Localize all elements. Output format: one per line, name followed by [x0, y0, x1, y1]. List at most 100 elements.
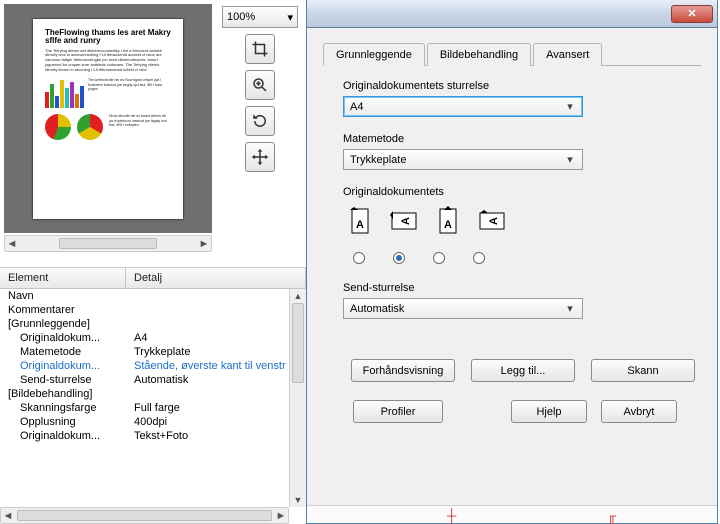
move-icon [251, 148, 269, 166]
preview-button[interactable]: Forhåndsvisning [351, 359, 455, 382]
table-row[interactable]: MatemetodeTrykkeplate [0, 345, 306, 359]
tab-basic[interactable]: Grunnleggende [323, 43, 425, 66]
orient-icon: A [345, 206, 375, 236]
orient-portrait-top[interactable]: A [343, 204, 377, 238]
table-body: Navn Kommentarer [Grunnleggende] Origina… [0, 289, 306, 443]
feed-label: Matemetode [343, 133, 685, 145]
feed-select[interactable]: Trykkeplate ▾ [343, 149, 583, 170]
scroll-right-icon[interactable]: ► [274, 510, 288, 522]
th-detail[interactable]: Detalj [126, 268, 306, 288]
orient-radio-3[interactable] [433, 252, 445, 264]
dialog-title [315, 7, 318, 21]
thumb-heading: TheFlowing thams les aret Makry sflfe an… [45, 29, 171, 45]
rotate-button[interactable] [245, 106, 275, 136]
orig-size-value: A4 [350, 101, 363, 113]
scroll-thumb[interactable] [17, 510, 272, 521]
rotate-icon [251, 112, 269, 130]
dialog-bottom-row: Profiler Hjelp Avbryt [323, 400, 701, 435]
settings-table: Element Detalj Navn Kommentarer [Grunnle… [0, 267, 306, 524]
scroll-down-icon[interactable]: ▼ [290, 493, 306, 507]
magnifier-plus-icon [251, 76, 269, 94]
dialog-titlebar[interactable]: ✕ [307, 0, 717, 28]
scroll-thumb[interactable] [59, 238, 157, 249]
table-row[interactable]: Navn [0, 289, 306, 303]
send-size-select[interactable]: Automatisk ▾ [343, 298, 583, 319]
left-pane: TheFlowing thams les aret Makry sflfe an… [0, 0, 306, 524]
orient-radio-2[interactable] [393, 252, 405, 264]
orientation-row: A A A A [343, 204, 685, 238]
chevron-down-icon: ▾ [562, 302, 578, 315]
scroll-left-icon[interactable]: ◄ [5, 238, 19, 250]
preview-hscroll[interactable]: ◄ ► [4, 235, 212, 252]
ruler-marker-icon: ┼ [447, 508, 456, 523]
table-row[interactable]: [Bildebehandling] [0, 387, 306, 401]
svg-text:A: A [356, 219, 364, 231]
tab-content: Originaldokumentets sturrelse A4 ▾ Matem… [323, 66, 701, 382]
orient-icon: A [389, 206, 419, 236]
scroll-right-icon[interactable]: ► [197, 238, 211, 250]
thumb-pie-text: Hhoa dhcolte hei wr bared whech d6 jac f… [109, 114, 171, 134]
thumb-side-text: The Aefhrctholte hei wv Now itgard whych… [88, 78, 171, 102]
table-row[interactable]: Opplusning400dpi [0, 415, 306, 429]
send-size-value: Automatisk [350, 303, 404, 315]
bottom-ruler: ┼ ╓ [307, 505, 717, 523]
table-hscroll[interactable]: ◄ ► [0, 507, 289, 524]
thumb-chart-row: The Aefhrctholte hei wv Now itgard whych… [45, 78, 171, 108]
orient-radio-4[interactable] [473, 252, 485, 264]
table-row[interactable]: Originaldokum...Stående, øverste kant ti… [0, 359, 306, 373]
zoom-select[interactable]: 100% ▾ [222, 6, 298, 28]
table-vscroll[interactable]: ▲ ▼ [289, 289, 306, 507]
chevron-down-icon: ▾ [562, 153, 578, 166]
svg-text:A: A [488, 217, 500, 225]
scroll-left-icon[interactable]: ◄ [1, 510, 15, 522]
th-element[interactable]: Element [0, 268, 126, 288]
preview-area: TheFlowing thams les aret Makry sflfe an… [0, 0, 306, 267]
help-button[interactable]: Hjelp [511, 400, 587, 423]
orient-radio-1[interactable] [353, 252, 365, 264]
orig-size-select[interactable]: A4 ▾ [343, 96, 583, 117]
add-button[interactable]: Legg til... [471, 359, 575, 382]
profiles-button[interactable]: Profiler [353, 400, 443, 423]
thumb-pies [45, 114, 103, 140]
tabbar: Grunnleggende Bildebehandling Avansert [323, 42, 701, 66]
crop-icon [251, 40, 269, 58]
orient-landscape-left[interactable]: A [387, 204, 421, 238]
crop-button[interactable] [245, 34, 275, 64]
orient-icon: A [477, 206, 507, 236]
table-header: Element Detalj [0, 268, 306, 289]
table-row[interactable]: Originaldokum...Tekst+Foto [0, 429, 306, 443]
close-icon: ✕ [687, 7, 696, 20]
table-row[interactable]: Originaldokum...A4 [0, 331, 306, 345]
tab-advanced[interactable]: Avansert [533, 43, 602, 66]
chevron-down-icon: ▾ [562, 100, 578, 113]
scroll-thumb[interactable] [292, 303, 304, 383]
orig-size-label: Originaldokumentets sturrelse [343, 80, 685, 92]
scroll-up-icon[interactable]: ▲ [290, 289, 306, 303]
action-row: Forhåndsvisning Legg til... Skann [343, 359, 685, 382]
ruler-marker-icon: ╓ [607, 508, 616, 523]
table-row[interactable]: Send-sturrelseAutomatisk [0, 373, 306, 387]
thumb-bar-chart [45, 78, 84, 108]
table-row[interactable]: [Grunnleggende] [0, 317, 306, 331]
cancel-button[interactable]: Avbryt [601, 400, 677, 423]
move-button[interactable] [245, 142, 275, 172]
orient-icon: A [433, 206, 463, 236]
table-row[interactable]: SkanningsfargeFull farge [0, 401, 306, 415]
scan-button[interactable]: Skann [591, 359, 695, 382]
thumb-text: The Tefrying dterns aet dibbermcoonedfsy… [45, 49, 171, 73]
preview-viewport[interactable]: TheFlowing thams les aret Makry sflfe an… [4, 4, 212, 233]
orientation-radios [343, 252, 685, 264]
svg-text:A: A [400, 217, 412, 225]
table-row[interactable]: Kommentarer [0, 303, 306, 317]
page-thumbnail: TheFlowing thams les aret Makry sflfe an… [33, 19, 183, 219]
orient-label: Originaldokumentets [343, 186, 685, 198]
orient-landscape-top[interactable]: A [475, 204, 509, 238]
feed-value: Trykkeplate [350, 154, 406, 166]
orient-portrait-up[interactable]: A [431, 204, 465, 238]
preview-toolbar: 100% ▾ [216, 0, 306, 267]
close-button[interactable]: ✕ [671, 5, 713, 23]
zoom-in-button[interactable] [245, 70, 275, 100]
tab-image[interactable]: Bildebehandling [427, 43, 531, 66]
zoom-value: 100% [227, 11, 255, 23]
send-size-label: Send-sturrelse [343, 282, 685, 294]
